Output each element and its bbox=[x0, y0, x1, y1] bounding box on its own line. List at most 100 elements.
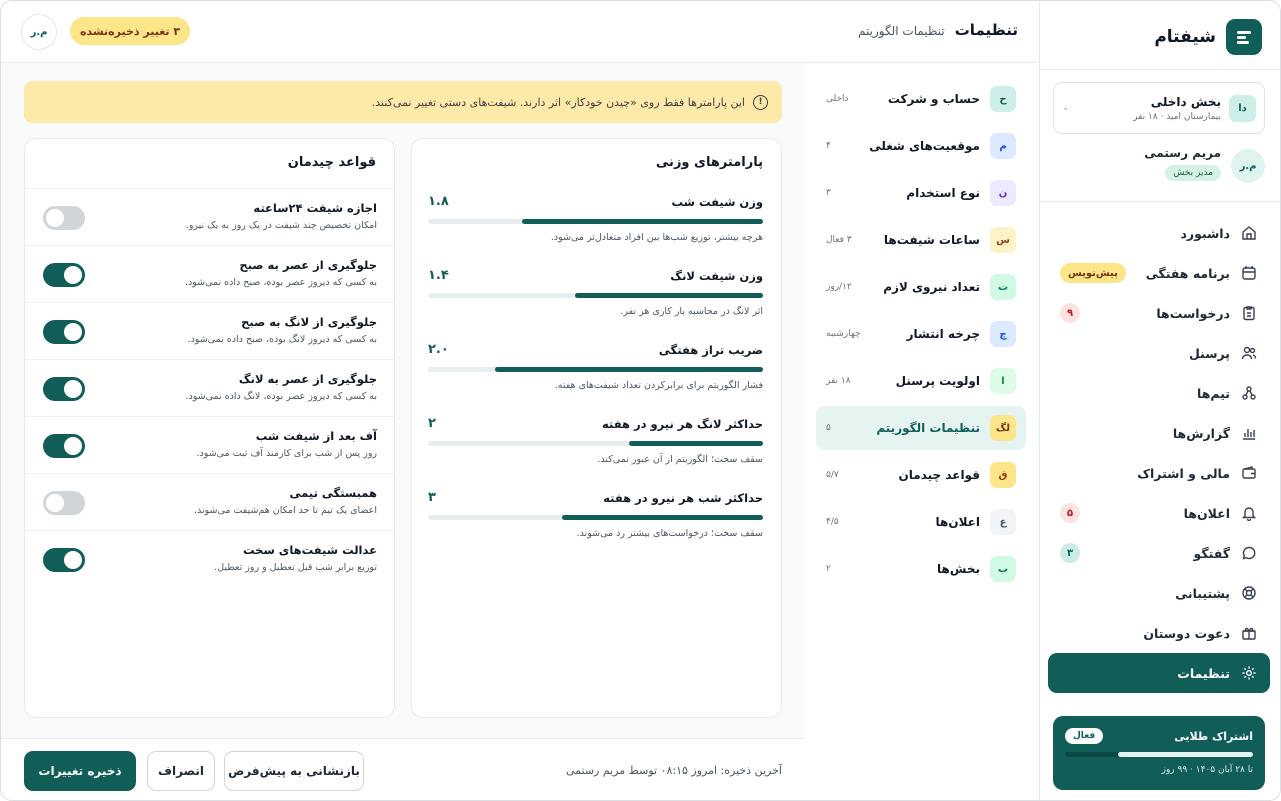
rule-toggle[interactable] bbox=[43, 263, 85, 287]
nav-item-staff[interactable]: پرسنل bbox=[1048, 333, 1270, 373]
department-subtitle: بیمارستان امید · ۱۸ نفر bbox=[1133, 111, 1221, 122]
menu-item-label: اعلان‌ها bbox=[935, 515, 981, 529]
nav-label: پشتیبانی bbox=[1175, 585, 1230, 601]
nav-item-settings[interactable]: تنظیمات bbox=[1048, 653, 1270, 693]
rule-toggle[interactable] bbox=[43, 548, 85, 572]
cancel-button[interactable]: انصراف bbox=[147, 751, 215, 791]
draft-badge: پیش‌نویس bbox=[1060, 263, 1126, 283]
menu-item-meta: ۱۲/روز bbox=[826, 282, 852, 292]
rule-toggle[interactable] bbox=[43, 491, 85, 515]
settings-menu-item[interactable]: چ چرخه انتشار چهارشنبه bbox=[816, 312, 1026, 356]
parameter-slider[interactable] bbox=[428, 367, 763, 372]
rule-label: جلوگیری از عصر به لانگ bbox=[238, 372, 377, 386]
nav-item-teams[interactable]: تیم‌ها bbox=[1048, 373, 1270, 413]
home-icon bbox=[1240, 224, 1258, 242]
parameter-value: ۲ bbox=[428, 416, 436, 431]
brand[interactable]: شیفتام bbox=[1154, 19, 1262, 55]
reset-button[interactable]: بازنشانی به پیش‌فرض bbox=[224, 751, 364, 791]
menu-item-label: تعداد نیروی لازم bbox=[883, 280, 980, 294]
settings-menu-item[interactable]: س ساعات شیفت‌ها ۳ فعال bbox=[816, 218, 1026, 262]
rule-label: جلوگیری از لانگ به صبح bbox=[241, 315, 377, 329]
parameter-description: سقف سخت؛ الگوریتم از آن عبور نمی‌کند. bbox=[597, 454, 763, 465]
settings-menu-item[interactable]: ح حساب و شرکت داخلی bbox=[816, 77, 1026, 121]
slider-fill bbox=[495, 367, 763, 372]
avatar[interactable]: م.ر bbox=[21, 14, 57, 50]
rule-description: اعضای یک تیم تا حد امکان هم‌شیفت می‌شوند… bbox=[193, 505, 377, 516]
nav-label: اعلان‌ها bbox=[1183, 505, 1230, 521]
nav-item-billing[interactable]: مالی و اشتراک bbox=[1048, 453, 1270, 493]
settings-menu-item[interactable]: لگ تنظیمات الگوریتم ۵ bbox=[816, 406, 1026, 450]
card-title: قواعد چیدمان bbox=[287, 155, 376, 170]
bell-icon bbox=[1240, 504, 1258, 522]
menu-item-avatar: چ bbox=[990, 321, 1016, 347]
parameter-slider[interactable] bbox=[428, 293, 763, 298]
save-button[interactable]: ذخیره تغییرات bbox=[24, 751, 136, 791]
parameter-slider[interactable] bbox=[428, 441, 763, 446]
rule-toggle[interactable] bbox=[43, 320, 85, 344]
info-text: این پارامترها فقط روی «چیدن خودکار» اثر … bbox=[371, 95, 745, 109]
nav-item-requests[interactable]: درخواست‌ها ۹ bbox=[1048, 293, 1270, 333]
gear-icon bbox=[1240, 664, 1258, 682]
parameter-value: ۳ bbox=[428, 490, 436, 505]
parameter-description: اثر لانگ در محاسبه بار کاری هر نفر. bbox=[620, 306, 763, 317]
settings-menu-item[interactable]: ت تعداد نیروی لازم ۱۲/روز bbox=[816, 265, 1026, 309]
status-badge: فعال bbox=[1065, 728, 1104, 744]
rule-label: آف بعد از شیفت شب bbox=[255, 429, 377, 443]
rule-description: به کسی که دیروز لانگ بوده، صبح داده نمی‌… bbox=[187, 334, 377, 345]
nav-item-notifications[interactable]: اعلان‌ها ۵ bbox=[1048, 493, 1270, 533]
rule-toggle[interactable] bbox=[43, 206, 85, 230]
nav-item-dashboard[interactable]: داشبورد bbox=[1048, 213, 1270, 253]
subscription-card[interactable]: اشتراک طلایی فعال تا ۲۸ آبان ۱۴۰۵ · ۹۹ ر… bbox=[1053, 716, 1265, 790]
chevron-down-icon: ⌄ bbox=[1062, 103, 1070, 113]
menu-item-label: نوع استخدام bbox=[906, 186, 980, 200]
toggle-knob bbox=[46, 494, 64, 512]
parameter-label: حداکثر لانگ هر نیرو در هفته bbox=[602, 416, 763, 431]
chat-icon bbox=[1240, 544, 1258, 562]
count-badge: ۹ bbox=[1060, 303, 1080, 323]
menu-item-avatar: لگ bbox=[990, 415, 1016, 441]
breadcrumb-current[interactable]: تنظیمات الگوریتم bbox=[858, 24, 945, 38]
rule-description: توزیع برابر شب قبل تعطیل و روز تعطیل. bbox=[214, 562, 377, 573]
settings-menu-item[interactable]: ب بخش‌ها ۲ bbox=[816, 547, 1026, 591]
slider-fill bbox=[521, 219, 763, 224]
rule-toggle[interactable] bbox=[43, 377, 85, 401]
parameter-slider[interactable] bbox=[428, 515, 763, 520]
menu-item-label: تنظیمات الگوریتم bbox=[876, 421, 980, 435]
teams-icon bbox=[1240, 384, 1258, 402]
sidebar: شیفتام دا بخش داخلی بیمارستان امید · ۱۸ … bbox=[1039, 1, 1280, 800]
parameter-slider[interactable] bbox=[428, 219, 763, 224]
toggle-knob bbox=[64, 380, 82, 398]
menu-item-label: موقعیت‌های شغلی bbox=[869, 139, 980, 153]
settings-menu-item[interactable]: م موقعیت‌های شغلی ۴ bbox=[816, 124, 1026, 168]
department-avatar: دا bbox=[1229, 94, 1256, 122]
settings-menu-item[interactable]: ع اعلان‌ها ۴/۵ bbox=[816, 500, 1026, 544]
divider bbox=[1039, 201, 1280, 202]
breadcrumb: تنظیمات تنظیمات الگوریتم bbox=[858, 21, 1018, 39]
nav-item-invite-friends[interactable]: دعوت دوستان bbox=[1048, 613, 1270, 653]
logo-icon bbox=[1226, 19, 1262, 55]
nav-item-reports[interactable]: گزارش‌ها bbox=[1048, 413, 1270, 453]
role-badge: مدیر بخش bbox=[1165, 165, 1221, 181]
menu-item-meta: ۴ bbox=[826, 141, 831, 151]
nav-item-weekly-schedule[interactable]: برنامه هفتگی پیش‌نویس bbox=[1048, 253, 1270, 293]
rule-row: عدالت شیفت‌های سخت توزیع برابر شب قبل تعط… bbox=[25, 530, 395, 587]
settings-menu-item[interactable]: ا اولویت پرسنل ۱۸ نفر bbox=[816, 359, 1026, 403]
department-switcher[interactable]: دا بخش داخلی بیمارستان امید · ۱۸ نفر ⌄ bbox=[1053, 82, 1265, 134]
nav-label: گزارش‌ها bbox=[1172, 425, 1230, 441]
weights-card: پارامترهای وزنی وزن شیفت شب ۱.۸ هرچه بیشتر… bbox=[411, 138, 782, 718]
nav-label: داشبورد bbox=[1180, 225, 1230, 241]
rule-toggle[interactable] bbox=[43, 434, 85, 458]
menu-item-meta: ۵/۷ bbox=[826, 470, 839, 480]
user-profile[interactable]: م.ر مریم رستمی مدیر بخش bbox=[1053, 146, 1265, 190]
menu-item-meta: داخلی bbox=[826, 94, 849, 104]
parameter-label: وزن شیفت لانگ bbox=[670, 268, 763, 283]
nav-item-chat[interactable]: گفتگو ۳ bbox=[1048, 533, 1270, 573]
settings-menu-item[interactable]: ق قواعد چیدمان ۵/۷ bbox=[816, 453, 1026, 497]
settings-menu-item[interactable]: ن نوع استخدام ۳ bbox=[816, 171, 1026, 215]
app-window: شیفتام دا بخش داخلی بیمارستان امید · ۱۸ … bbox=[0, 0, 1281, 801]
toggle-knob bbox=[64, 551, 82, 569]
nav-item-support[interactable]: پشتیبانی bbox=[1048, 573, 1270, 613]
parameter-label: وزن شیفت شب bbox=[671, 194, 763, 209]
department-name: بخش داخلی bbox=[1150, 94, 1221, 109]
menu-item-avatar: ق bbox=[990, 462, 1016, 488]
